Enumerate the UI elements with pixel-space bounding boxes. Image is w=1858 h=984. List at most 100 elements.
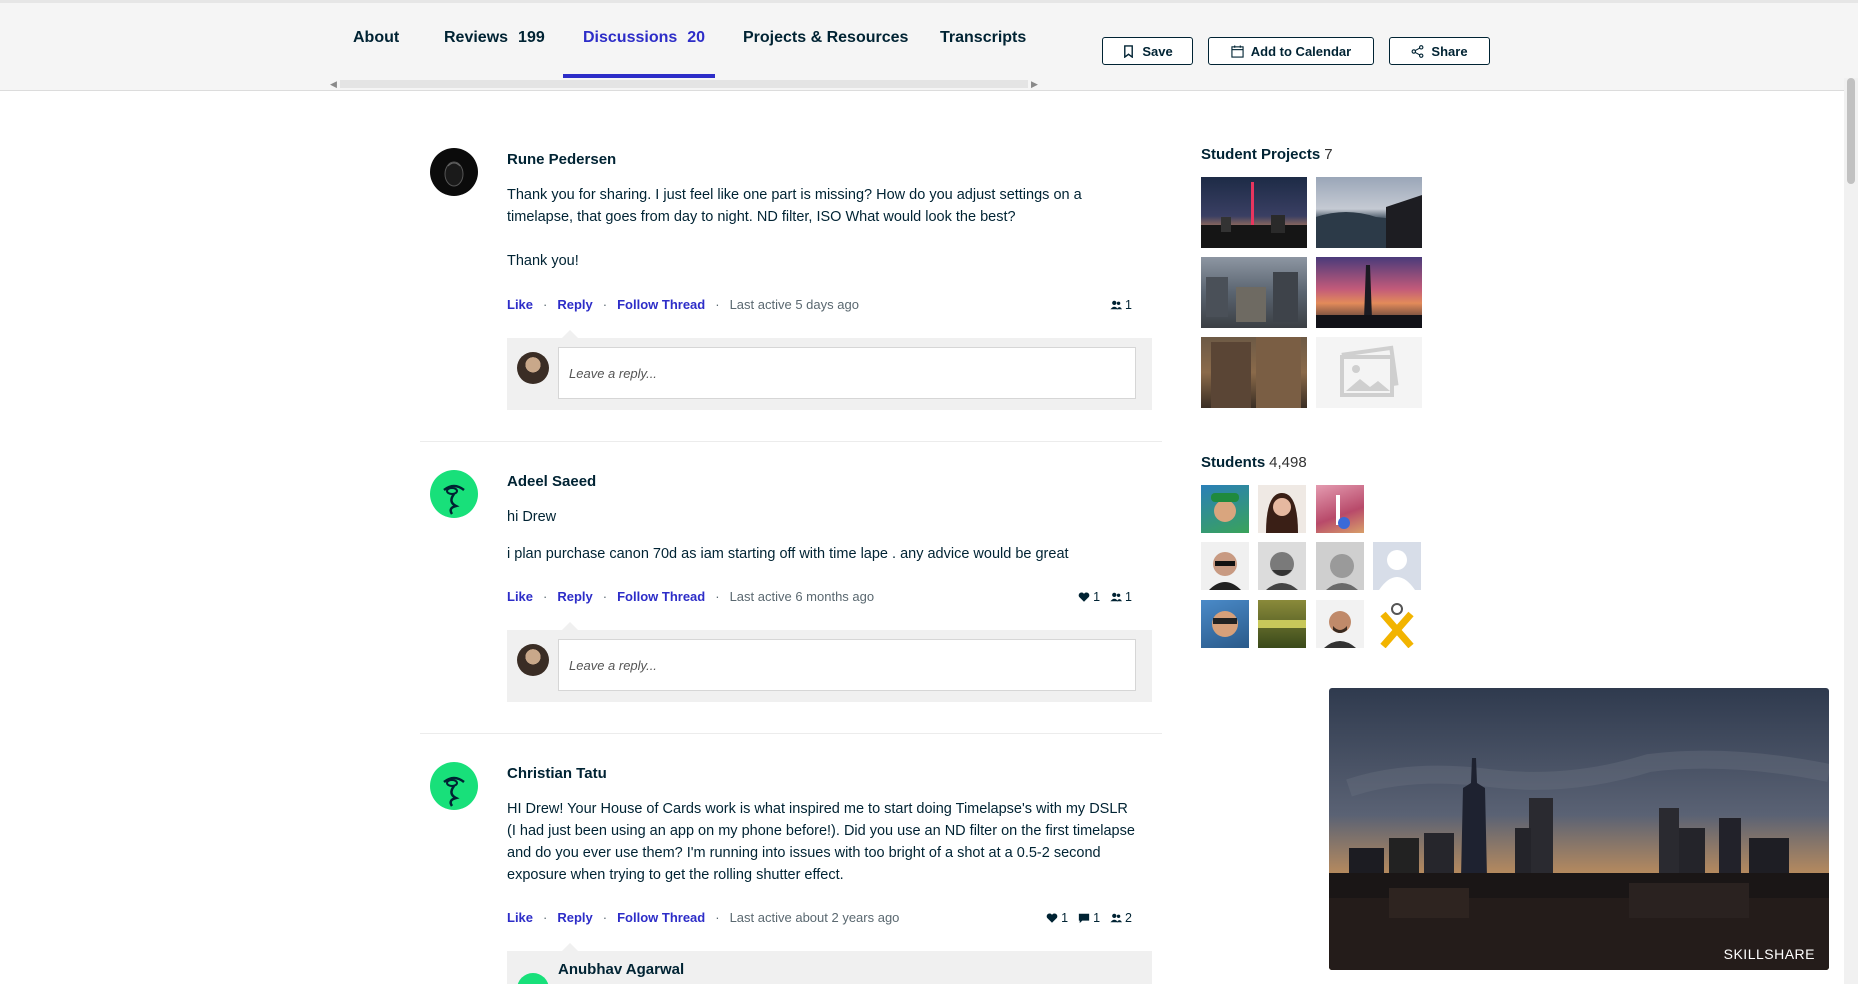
separator: ·: [602, 589, 608, 604]
comment-author[interactable]: Christian Tatu: [507, 765, 607, 782]
comment-actions: Like · Reply · Follow Thread · Last active …: [507, 297, 859, 312]
separator: ·: [602, 297, 608, 312]
reply-link[interactable]: Reply: [557, 297, 592, 312]
comment-stats: 1 1: [1078, 590, 1132, 604]
thread-divider: [420, 441, 1162, 442]
share-button[interactable]: Share: [1389, 37, 1490, 65]
followers-count: 1: [1110, 590, 1132, 604]
reply-input[interactable]: [558, 347, 1136, 399]
follow-thread-link[interactable]: Follow Thread: [617, 589, 705, 604]
avatar[interactable]: [517, 973, 549, 984]
student-photo: [1326, 554, 1358, 590]
tab-label: Transcripts: [940, 29, 1027, 46]
student-avatar[interactable]: [1258, 600, 1306, 648]
heart-icon: [1078, 592, 1090, 602]
project-thumbnail[interactable]: [1201, 177, 1307, 248]
avatar[interactable]: [430, 470, 478, 518]
like-link[interactable]: Like: [507, 910, 533, 925]
comment-icon: [1078, 913, 1090, 924]
tab-label: Projects & Resources: [743, 29, 909, 46]
student-photo: [1266, 493, 1298, 533]
student-projects-count: 7: [1324, 146, 1333, 163]
tab-transcripts[interactable]: Transcripts: [940, 29, 1026, 47]
current-user-avatar: [517, 352, 549, 384]
tab-about[interactable]: About: [353, 29, 399, 47]
student-avatar[interactable]: [1316, 485, 1364, 533]
reply-link[interactable]: Reply: [557, 589, 592, 604]
student-avatar[interactable]: [1373, 542, 1421, 590]
follow-thread-link[interactable]: Follow Thread: [617, 910, 705, 925]
tab-scrollbar[interactable]: [340, 80, 1028, 88]
replies-count: 1: [1078, 911, 1100, 925]
student-photo: [1211, 493, 1239, 522]
student-projects-title[interactable]: Student Projects: [1201, 146, 1320, 163]
floating-video-player[interactable]: SKILLSHARE: [1329, 688, 1829, 970]
discussion-thread: Rune Pedersen Thank you for sharing. I j…: [420, 148, 1162, 418]
active-tab-indicator: [563, 74, 715, 78]
students-title[interactable]: Students: [1201, 454, 1265, 471]
student-avatar[interactable]: [1373, 600, 1421, 648]
student-avatar[interactable]: [1201, 485, 1249, 533]
calendar-icon: [1231, 44, 1244, 58]
student-projects-heading: Student Projects 7: [1201, 146, 1333, 163]
tab-count: 199: [518, 29, 545, 46]
avatar[interactable]: [430, 148, 478, 196]
separator: ·: [715, 297, 720, 312]
followers-value: 1: [1125, 298, 1132, 312]
like-link[interactable]: Like: [507, 589, 533, 604]
add-to-calendar-button[interactable]: Add to Calendar: [1208, 37, 1374, 65]
separator: ·: [602, 910, 608, 925]
student-photo: [1336, 495, 1350, 529]
reply-author[interactable]: Anubhav Agarwal: [558, 961, 684, 978]
thread-divider: [420, 733, 1162, 734]
project-image: [1211, 337, 1301, 408]
project-thumbnail-placeholder[interactable]: [1316, 337, 1422, 408]
scrollbar-thumb[interactable]: [1847, 78, 1855, 184]
project-image: [1201, 182, 1307, 248]
project-thumbnail[interactable]: [1201, 257, 1307, 328]
discussion-thread: Adeel Saeed hi Drew i plan purchase cano…: [420, 470, 1162, 710]
tab-discussions[interactable]: Discussions 20: [583, 29, 705, 47]
student-avatar[interactable]: [1316, 600, 1364, 648]
avatar[interactable]: [430, 762, 478, 810]
project-thumbnail[interactable]: [1316, 177, 1422, 248]
page-scrollbar[interactable]: [1844, 78, 1858, 984]
reply-input[interactable]: [558, 639, 1136, 691]
reply-box: [507, 622, 1152, 702]
student-avatar[interactable]: [1316, 542, 1364, 590]
student-avatar[interactable]: [1201, 600, 1249, 648]
video-frame: [1329, 688, 1829, 970]
likes-value: 1: [1093, 590, 1101, 604]
project-image: [1316, 265, 1422, 328]
project-thumbnail[interactable]: [1316, 257, 1422, 328]
people-icon: [1110, 913, 1123, 923]
student-photo: [1209, 552, 1241, 590]
comment-author[interactable]: Rune Pedersen: [507, 151, 616, 168]
likes-value: 1: [1061, 911, 1069, 925]
project-thumbnail[interactable]: [1201, 337, 1307, 408]
followers-value: 1: [1125, 590, 1132, 604]
reply-link[interactable]: Reply: [557, 910, 592, 925]
chevron-left-icon[interactable]: ◀: [330, 79, 337, 90]
project-image: [1316, 195, 1422, 248]
student-avatar[interactable]: [1201, 542, 1249, 590]
student-avatar[interactable]: [1258, 542, 1306, 590]
project-image: [1206, 272, 1298, 322]
tab-reviews[interactable]: Reviews 199: [444, 29, 545, 47]
student-photo: [1324, 611, 1356, 648]
save-button[interactable]: Save: [1102, 37, 1193, 65]
follow-thread-link[interactable]: Follow Thread: [617, 297, 705, 312]
avatar-image: [443, 776, 465, 807]
tab-projects-resources[interactable]: Projects & Resources: [743, 29, 908, 47]
student-avatar[interactable]: [1258, 485, 1306, 533]
like-link[interactable]: Like: [507, 297, 533, 312]
bookmark-icon: [1124, 44, 1134, 58]
student-photo: [1258, 620, 1306, 628]
chevron-right-icon[interactable]: ▶: [1031, 79, 1038, 90]
share-icon: [1411, 44, 1424, 58]
comment-author[interactable]: Adeel Saeed: [507, 473, 596, 490]
followers-count: 1: [1110, 298, 1132, 312]
video-brand-watermark: SKILLSHARE: [1723, 946, 1815, 962]
avatar-image: [444, 161, 464, 187]
comment-paragraph: HI Drew! Your House of Cards work is wha…: [507, 801, 1135, 883]
